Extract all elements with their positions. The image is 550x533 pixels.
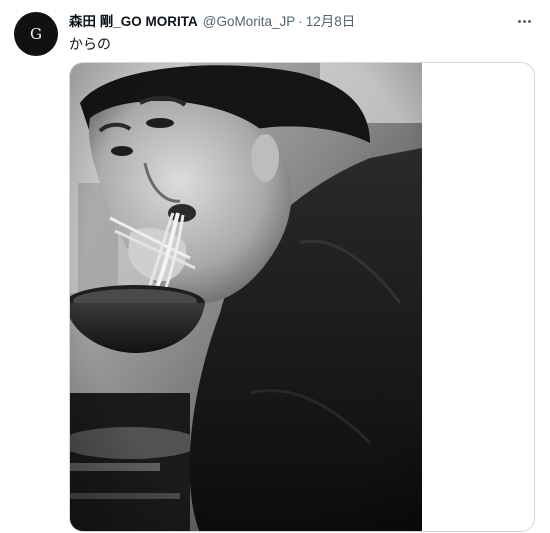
media-container[interactable] (69, 62, 535, 532)
tweet-photo[interactable] (70, 63, 422, 531)
tweet[interactable]: G 森田 剛_GO MORITA @GoMorita_JP · 12月8日 から… (0, 0, 550, 533)
avatar[interactable]: G (14, 12, 58, 56)
tweet-text: からの (69, 36, 111, 52)
tweet-date[interactable]: 12月8日 (306, 13, 356, 31)
tweet-header: 森田 剛_GO MORITA @GoMorita_JP · 12月8日 (69, 13, 510, 31)
display-name[interactable]: 森田 剛_GO MORITA (69, 13, 198, 31)
more-icon[interactable] (514, 12, 534, 30)
avatar-letter: G (30, 25, 42, 43)
user-handle[interactable]: @GoMorita_JP (203, 13, 295, 31)
separator-dot: · (298, 14, 303, 29)
